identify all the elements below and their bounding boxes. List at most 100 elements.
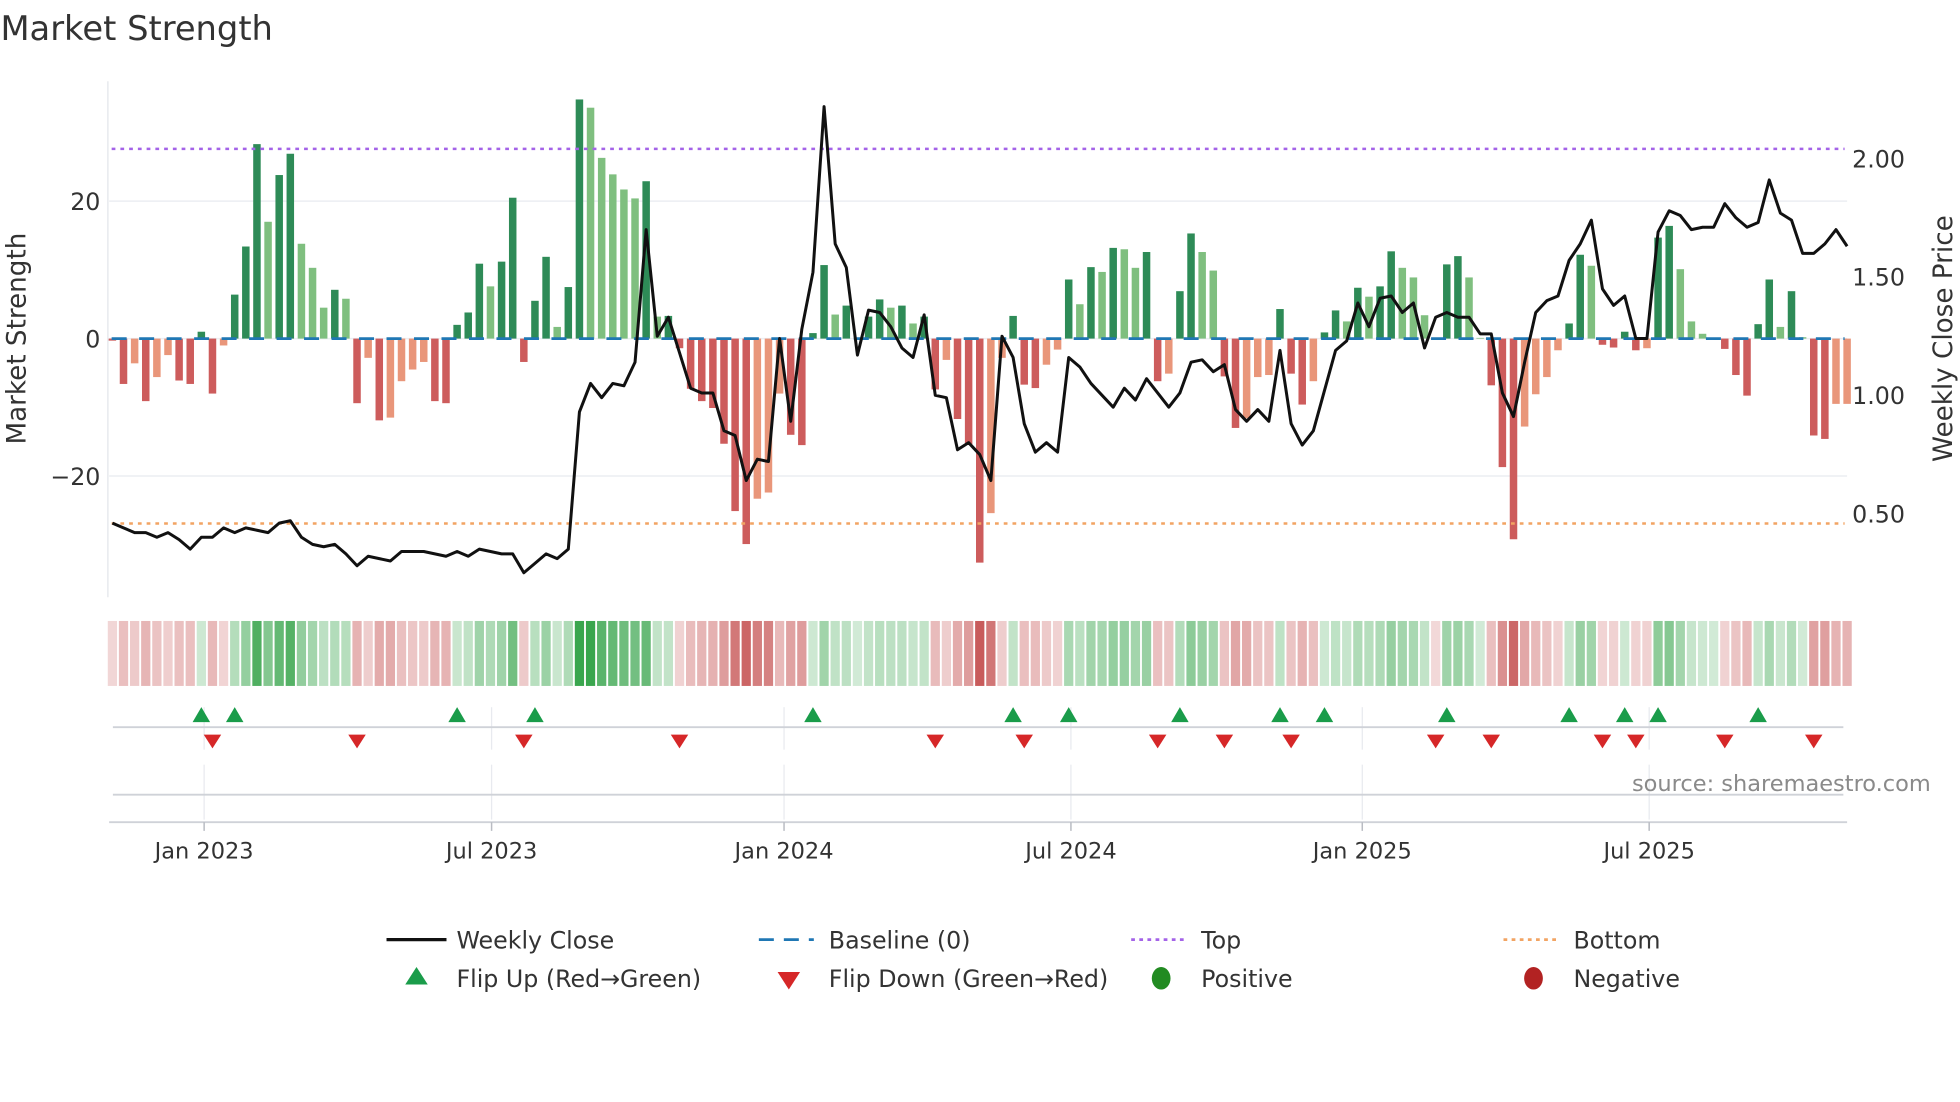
strip-cell xyxy=(385,620,396,686)
strip-cell xyxy=(1408,620,1419,686)
strip-cell xyxy=(1753,620,1763,686)
flip-down-marker xyxy=(1805,734,1823,749)
negative-bar xyxy=(1309,338,1318,382)
strip-cell xyxy=(875,620,885,686)
left-axis-label: Market Strength xyxy=(2,233,32,445)
strip-cell xyxy=(1275,620,1285,686)
negative-bar xyxy=(1832,338,1840,404)
strip-cell xyxy=(1497,620,1508,686)
strip-cell xyxy=(741,620,751,686)
flip-up-marker xyxy=(804,707,822,723)
strip-cell xyxy=(230,620,240,686)
flip-up-marker xyxy=(1059,707,1078,723)
strip-cell xyxy=(1097,620,1107,686)
negative-bar xyxy=(1643,338,1651,349)
strip-cell xyxy=(1397,620,1407,686)
positive-bar xyxy=(242,246,250,339)
strip-cell xyxy=(908,620,918,686)
strip-cell xyxy=(819,620,829,686)
strip-cell xyxy=(652,620,662,686)
strip-cell xyxy=(1442,620,1452,686)
y2-tick-label: 0.50 xyxy=(1852,500,1905,528)
flip-up-marker xyxy=(1749,707,1767,723)
flip-down-marker xyxy=(1015,734,1033,749)
strip-cell xyxy=(307,620,318,686)
positive-bar xyxy=(1076,304,1084,339)
strip-cell xyxy=(285,620,295,686)
strip-cell xyxy=(1230,620,1241,686)
strip-cell xyxy=(552,620,562,686)
strip-cell xyxy=(1286,620,1296,686)
negative-bar xyxy=(375,338,384,421)
negative-bar xyxy=(1287,338,1295,374)
positive-bar xyxy=(1276,309,1284,339)
legend-item-negative[interactable]: Negative xyxy=(1524,965,1680,993)
strip-cell xyxy=(1197,620,1207,686)
strip-cell xyxy=(1631,620,1641,686)
positive-bar xyxy=(1131,267,1140,339)
strip-cell xyxy=(452,620,462,686)
negative-bar xyxy=(1165,338,1173,374)
positive-bar xyxy=(1665,225,1673,339)
negative-bar xyxy=(1843,338,1851,404)
strip-cell xyxy=(319,620,329,686)
strip-cell xyxy=(1453,620,1463,686)
legend-item-bottom[interactable]: Bottom xyxy=(1503,926,1661,954)
legend-item-weekly-close[interactable]: Weekly Close xyxy=(386,926,615,954)
strip-cell xyxy=(496,620,507,686)
strip-cell xyxy=(163,620,173,686)
strip-cell xyxy=(1052,620,1063,686)
negative-bar xyxy=(1242,338,1251,419)
triangle-up-icon xyxy=(405,967,428,985)
positive-bar xyxy=(1443,264,1451,339)
legend-item-positive[interactable]: Positive xyxy=(1151,965,1293,993)
strip-cell xyxy=(1675,620,1685,686)
strip-cell xyxy=(363,620,373,686)
y2-tick-label: 1.00 xyxy=(1852,382,1905,410)
x-tick-label: Jul 2025 xyxy=(1601,838,1694,864)
flip-down-marker xyxy=(1627,734,1645,749)
strip-cell xyxy=(174,620,184,686)
legend-item-flip-down[interactable]: Flip Down (Green→Red) xyxy=(777,965,1109,993)
strip-cell xyxy=(1264,620,1274,686)
strip-cell xyxy=(419,620,429,686)
positive-bar xyxy=(1187,233,1195,339)
positive-bar xyxy=(1454,256,1462,339)
strip-cell xyxy=(1775,620,1786,686)
strip-cell xyxy=(1175,620,1185,686)
x-tick-label: Jan 2024 xyxy=(733,838,834,864)
strip-cell xyxy=(1353,620,1363,686)
strip-cell xyxy=(774,620,785,686)
negative-bar xyxy=(153,338,161,378)
strip-cell xyxy=(830,620,840,686)
negative-bar xyxy=(364,338,372,358)
strip-cell xyxy=(296,620,307,686)
strip-cell xyxy=(441,620,451,686)
legend-label: Baseline (0) xyxy=(829,926,971,954)
negative-bar xyxy=(119,338,128,384)
strip-cell xyxy=(1041,620,1052,686)
negative-bar xyxy=(1509,338,1518,540)
strip-cell xyxy=(1342,620,1352,686)
positive-bar xyxy=(1209,270,1218,339)
legend-item-flip-up[interactable]: Flip Up (Red→Green) xyxy=(405,965,701,993)
positive-bar xyxy=(475,263,484,339)
negative-bar xyxy=(142,338,150,402)
flip-up-marker xyxy=(1271,707,1289,723)
positive-bar xyxy=(1064,279,1073,339)
positive-bar xyxy=(331,289,339,339)
positive-bar xyxy=(1109,247,1117,339)
negative-bar xyxy=(1554,338,1562,351)
legend-item-baseline[interactable]: Baseline (0) xyxy=(758,926,971,954)
strip-cell xyxy=(341,620,351,686)
negative-bar xyxy=(987,338,995,514)
positive-bar xyxy=(508,197,517,339)
positive-bar xyxy=(1198,252,1206,339)
strip-cell xyxy=(1653,620,1663,686)
legend-item-top[interactable]: Top xyxy=(1131,926,1241,954)
strip-cell xyxy=(641,620,651,686)
source-label: source: sharemaestro.com xyxy=(1632,771,1931,797)
strip-cell xyxy=(352,620,362,686)
strip-cell xyxy=(608,620,618,686)
strip-cell xyxy=(1486,620,1496,686)
